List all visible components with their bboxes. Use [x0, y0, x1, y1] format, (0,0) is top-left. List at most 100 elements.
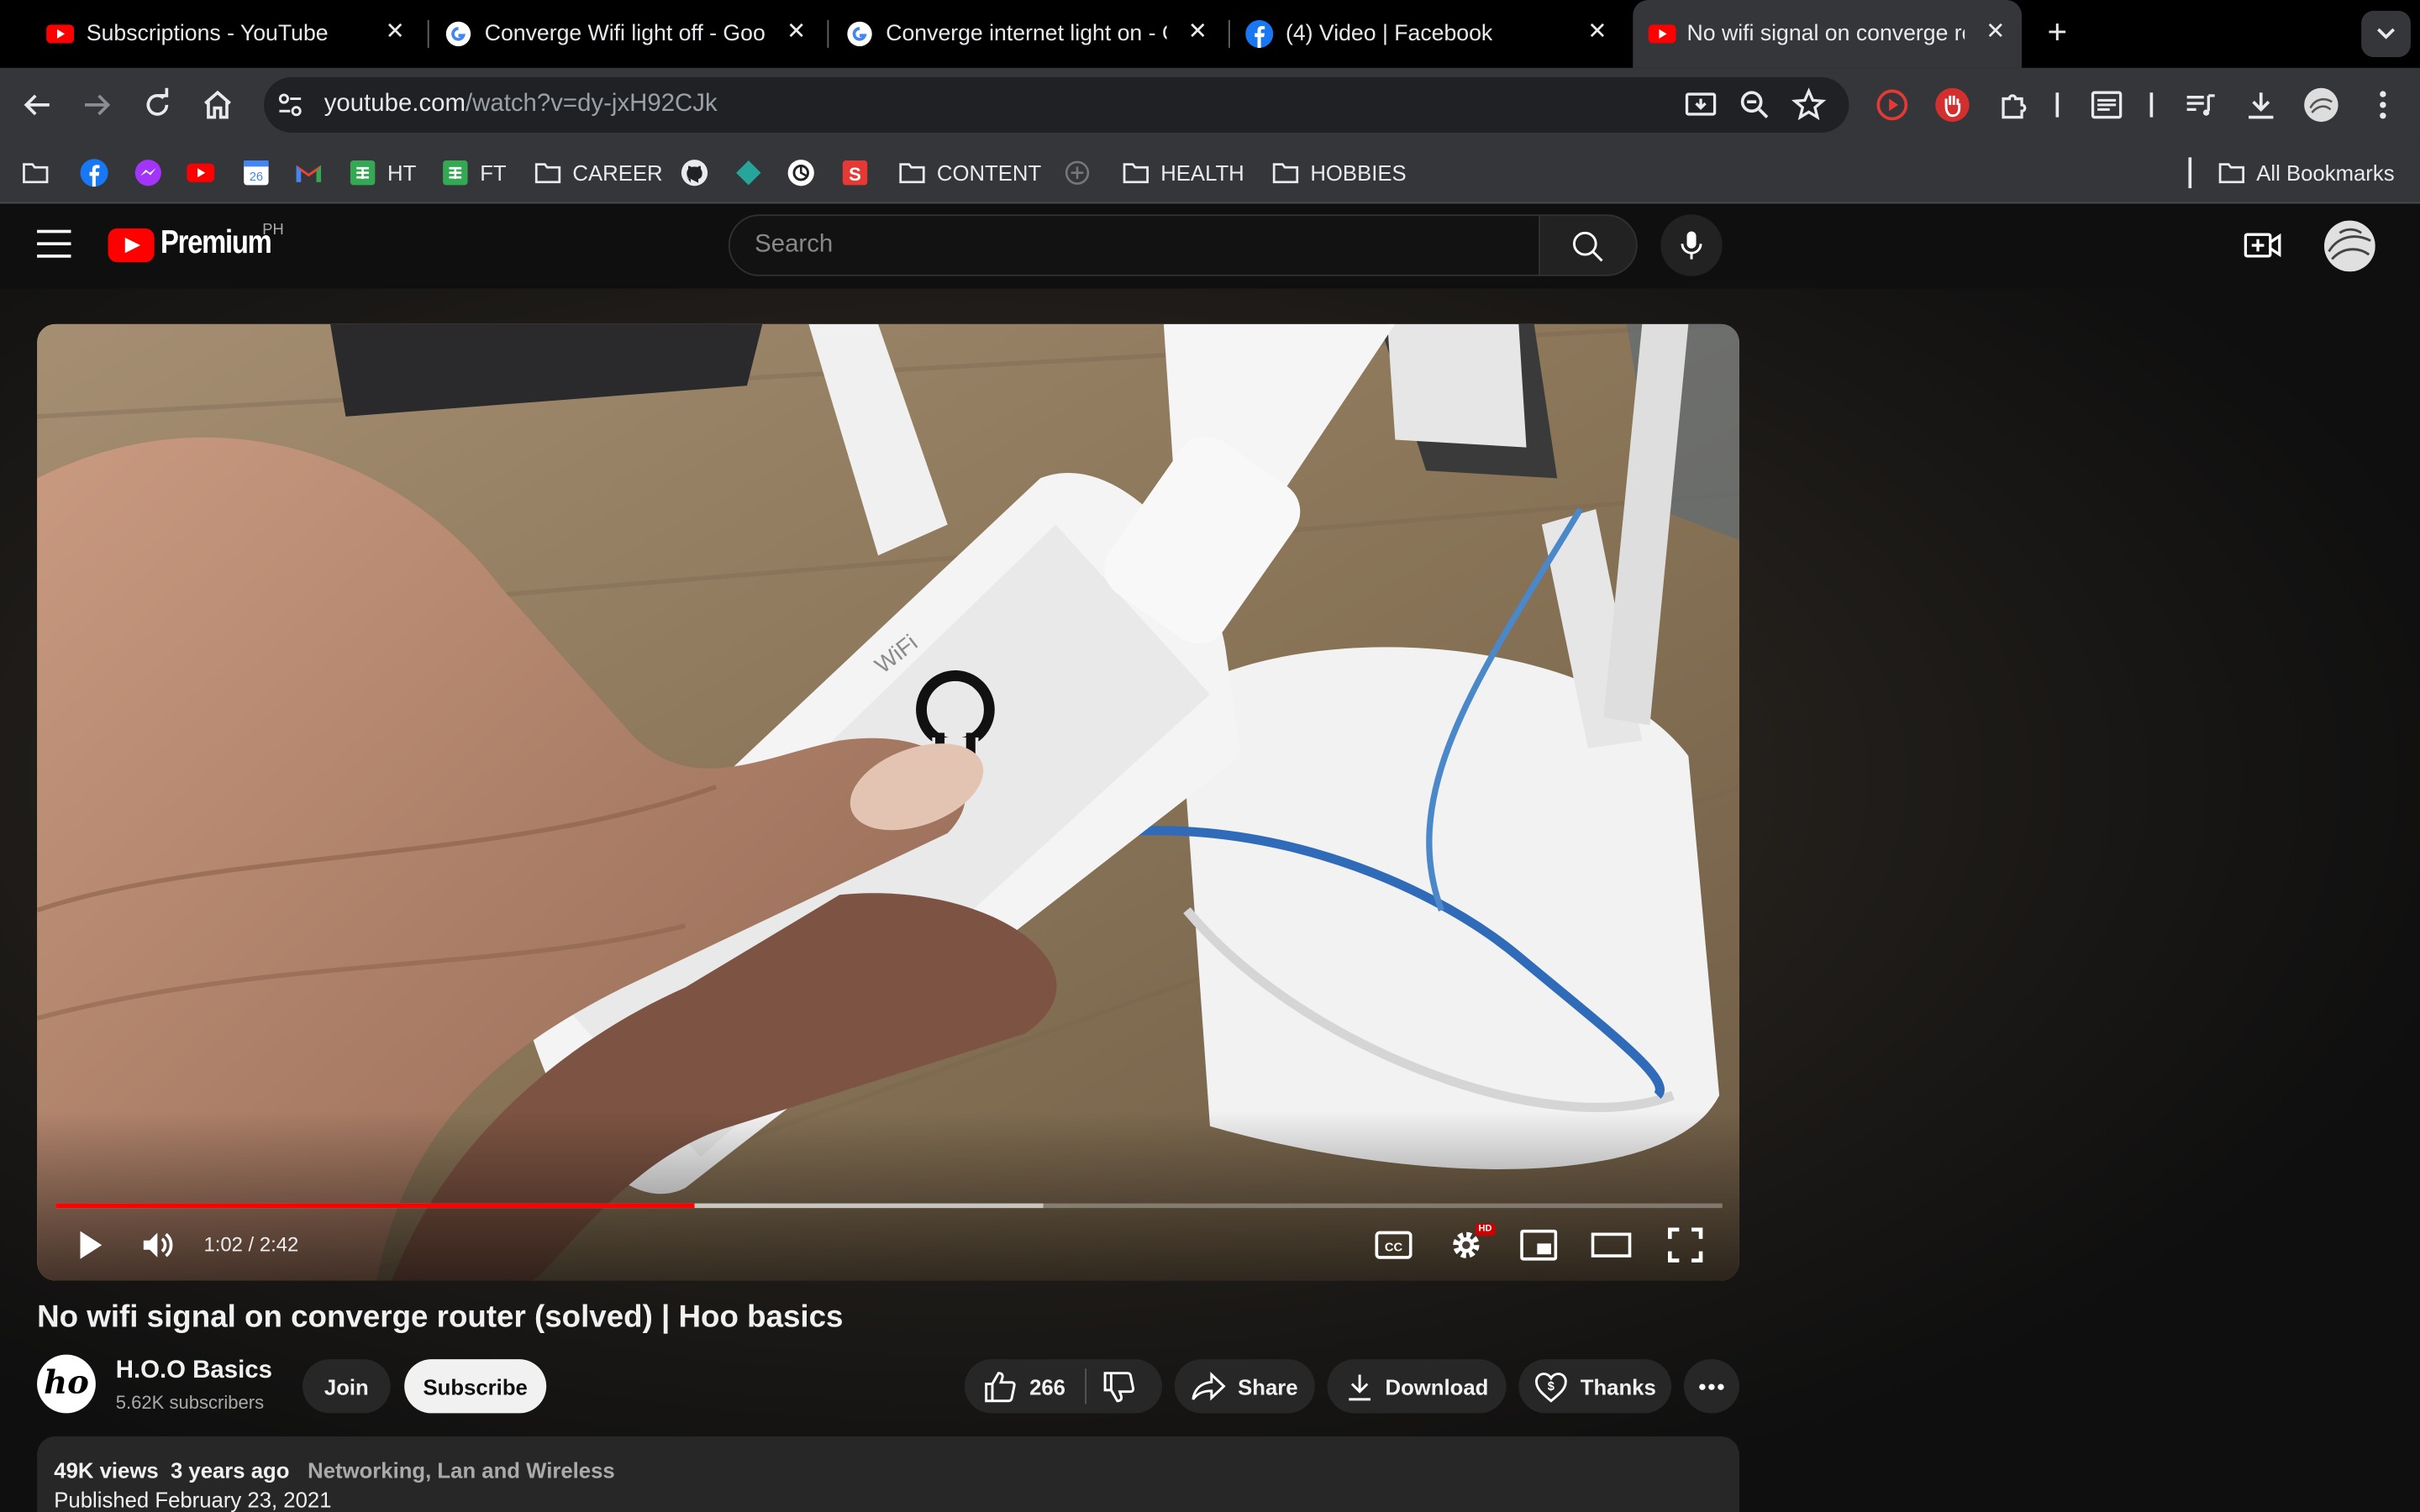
sheets-icon [443, 160, 468, 186]
bookmark-ht[interactable]: HT [349, 157, 416, 188]
extension-hand-icon[interactable] [1933, 87, 1970, 123]
create-video-icon[interactable] [2243, 227, 2283, 264]
address-bar[interactable]: youtube.com/watch?v=dy-jxH92CJk [264, 76, 1849, 133]
google-icon [847, 21, 872, 47]
download-button[interactable]: Download [1327, 1359, 1507, 1414]
description-box[interactable]: 49K views 3 years ago Networking, Lan an… [37, 1436, 1739, 1512]
bookmark-star-icon[interactable] [1791, 87, 1828, 123]
folder-icon [899, 163, 925, 184]
s-app-icon[interactable]: S [841, 159, 869, 186]
facebook-icon[interactable] [80, 159, 108, 187]
video-player[interactable]: WiFi 1:02 / 2:42 CC HD [37, 323, 1739, 1281]
svg-text:S: S [849, 164, 861, 185]
guide-menu-icon[interactable] [37, 229, 71, 261]
folder-icon [534, 163, 561, 184]
bookmark-health[interactable]: HEALTH [1122, 157, 1244, 188]
all-bookmarks[interactable]: All Bookmarks [2217, 157, 2395, 188]
search-button[interactable] [1539, 214, 1638, 276]
account-avatar[interactable] [2324, 220, 2375, 272]
youtube-header: Premium PH [0, 203, 2420, 289]
tab-no-wifi-signal[interactable]: No wifi signal on converge ro ✕ [1633, 0, 2023, 68]
tab-title: Converge internet light on - G [886, 21, 1167, 47]
calendar-icon[interactable]: 26 [242, 159, 270, 186]
plus-circle-icon[interactable] [1063, 159, 1091, 186]
browser-toolbar: youtube.com/watch?v=dy-jxH92CJk [0, 67, 2420, 142]
tab-search-button[interactable] [2361, 10, 2411, 57]
thanks-heart-icon: $ [1534, 1372, 1567, 1402]
tab-converge-internet[interactable]: Converge internet light on - G ✕ [799, 0, 1222, 68]
avatar-image-icon [2324, 220, 2375, 272]
video-category[interactable]: Networking, Lan and Wireless [308, 1458, 615, 1483]
tab-facebook[interactable]: (4) Video | Facebook ✕ [1199, 0, 1622, 68]
like-count[interactable]: 266 [1029, 1374, 1065, 1399]
fullscreen-icon[interactable] [1667, 1226, 1704, 1263]
publish-date: Published February 23, 2021 [54, 1487, 332, 1512]
progress-bar[interactable] [55, 1203, 1723, 1209]
extension-record-icon[interactable] [1874, 87, 1911, 123]
openai-icon[interactable] [787, 159, 815, 186]
extensions-icon[interactable] [1996, 87, 2033, 123]
channel-name[interactable]: H.O.O Basics [116, 1357, 272, 1385]
subscriber-count: 5.62K subscribers [115, 1391, 265, 1414]
subscribe-button[interactable]: Subscribe [404, 1359, 547, 1414]
tab-title: Subscriptions - YouTube [86, 21, 329, 47]
join-button[interactable]: Join [302, 1359, 391, 1414]
tab-converge-wifi[interactable]: Converge Wifi light off - Goog ✕ [398, 0, 821, 68]
dislike-icon[interactable] [1102, 1370, 1135, 1404]
new-tab-button[interactable]: + [2040, 14, 2074, 50]
media-control-icon[interactable] [2182, 87, 2219, 123]
play-icon[interactable] [71, 1226, 108, 1263]
folder-icon[interactable] [22, 159, 50, 186]
more-horizontal-icon [1699, 1383, 1724, 1389]
voice-search-button[interactable] [1660, 214, 1723, 276]
tab-subscriptions[interactable]: Subscriptions - YouTube ✕ [0, 0, 423, 68]
download-icon [1348, 1373, 1370, 1400]
tab-title: No wifi signal on converge ro [1686, 21, 1965, 47]
url-text[interactable]: youtube.com/watch?v=dy-jxH92CJk [324, 91, 718, 118]
github-icon[interactable] [681, 159, 708, 186]
youtube-logo-icon[interactable] [108, 228, 155, 263]
played-bar [55, 1203, 694, 1209]
zoom-icon[interactable] [1736, 87, 1773, 123]
diamond-icon[interactable] [734, 159, 762, 186]
install-app-icon[interactable] [1682, 87, 1719, 123]
site-settings-icon[interactable] [276, 91, 304, 118]
bookmark-content[interactable]: CONTENT [898, 157, 1041, 188]
like-divider [1085, 1368, 1087, 1404]
like-icon[interactable] [983, 1369, 1017, 1403]
theater-mode-icon[interactable] [1591, 1228, 1632, 1262]
bookmark-career[interactable]: CAREER [534, 157, 663, 188]
gmail-icon[interactable] [295, 159, 323, 186]
page: Subscriptions - YouTube ✕ Converge Wifi … [0, 0, 2420, 1512]
home-icon[interactable] [199, 87, 236, 123]
close-icon[interactable]: ✕ [1980, 17, 2011, 48]
forward-icon[interactable] [79, 87, 116, 123]
back-icon[interactable] [18, 87, 55, 123]
thanks-button[interactable]: $ Thanks [1518, 1359, 1672, 1414]
close-icon[interactable]: ✕ [1582, 17, 1613, 48]
volume-icon[interactable] [139, 1226, 176, 1263]
bookmark-hobbies[interactable]: HOBBIES [1271, 157, 1407, 188]
youtube-icon[interactable] [187, 159, 215, 186]
miniplayer-icon[interactable] [1520, 1228, 1558, 1262]
youtube-icon [1648, 24, 1676, 44]
bookmarks-divider [2188, 157, 2192, 189]
folder-icon [1123, 163, 1149, 184]
more-actions-button[interactable] [1683, 1359, 1739, 1414]
reload-icon[interactable] [139, 87, 176, 123]
region-code: PH [262, 222, 284, 239]
browser-menu-icon[interactable] [2365, 87, 2402, 123]
sheets-icon [350, 160, 376, 186]
profile-avatar-icon[interactable] [2302, 87, 2339, 123]
messenger-icon[interactable] [134, 159, 162, 186]
captions-icon[interactable]: CC [1375, 1228, 1413, 1262]
search-input[interactable] [755, 231, 1496, 260]
channel-avatar[interactable]: ho [37, 1354, 96, 1414]
bookmark-ft[interactable]: FT [441, 157, 507, 188]
youtube-icon [46, 24, 75, 44]
reading-list-icon[interactable] [2088, 87, 2125, 123]
share-button[interactable]: Share [1174, 1359, 1315, 1414]
youtube-premium-logo[interactable]: Premium [160, 225, 272, 262]
time-display: 1:02 / 2:42 [203, 1232, 299, 1257]
download-icon[interactable] [2243, 87, 2280, 123]
